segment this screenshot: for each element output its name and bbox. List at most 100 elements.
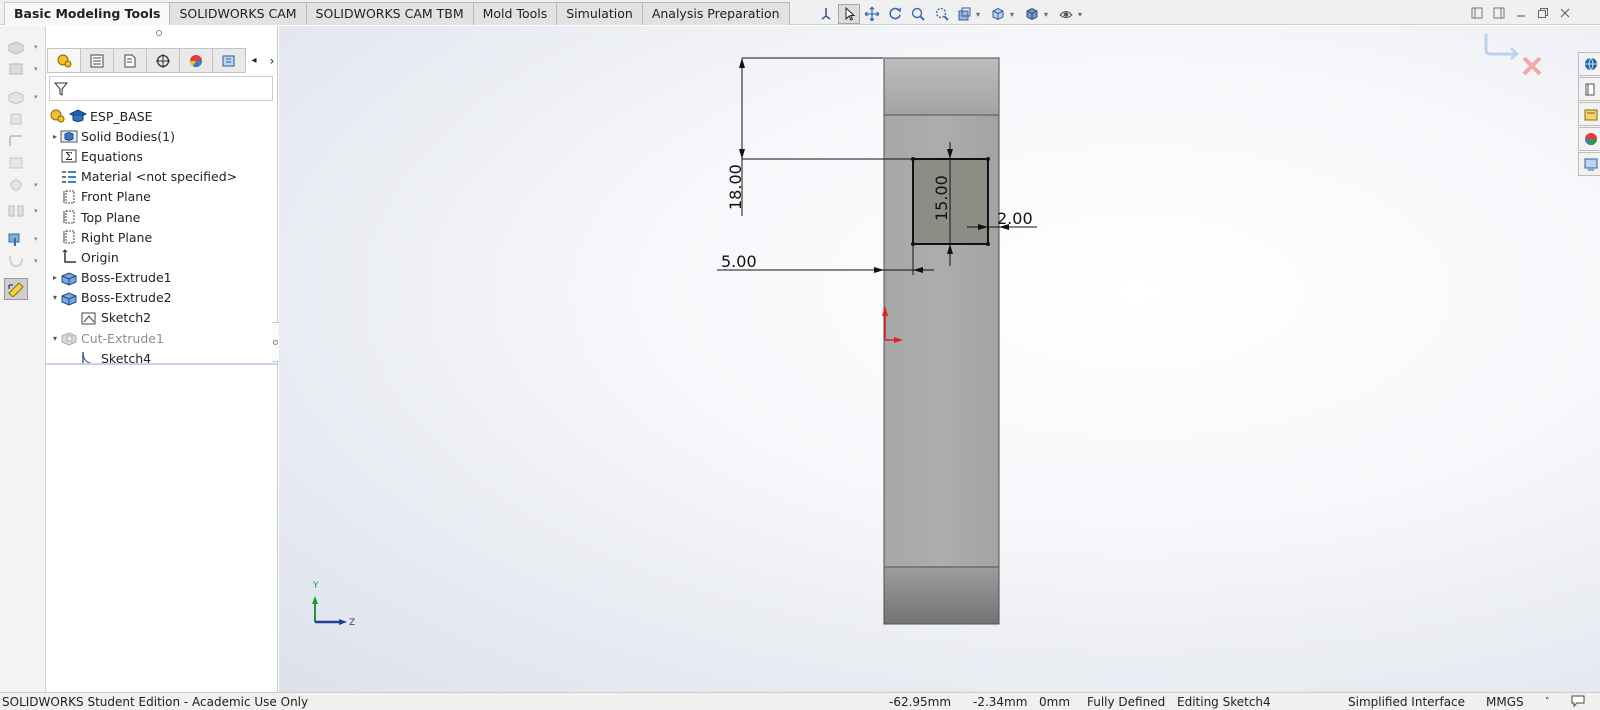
tab-simulation[interactable]: Simulation <box>556 2 643 25</box>
hide-show-items-dropdown-icon[interactable]: ▾ <box>1078 10 1086 19</box>
tree-item-label: Boss-Extrude2 <box>81 290 172 306</box>
part-body[interactable] <box>883 57 1000 625</box>
tree-item-front-plane[interactable]: Front Plane <box>46 187 278 207</box>
reference-geometry-icon[interactable] <box>6 230 28 248</box>
chevron-down-icon: ▾ <box>34 65 38 73</box>
appearances-icon[interactable] <box>1578 127 1600 151</box>
tree-bottom-rollback-bar[interactable] <box>46 363 278 365</box>
heads-up-view-toolbar: ▾ ▾ ▾ ▾ <box>815 3 1089 25</box>
minimize-icon[interactable] <box>1510 5 1532 21</box>
student-cap-icon <box>69 108 87 124</box>
tab-solidworks-cam[interactable]: SOLIDWORKS CAM <box>169 2 307 25</box>
tree-item-label: Origin <box>81 249 119 265</box>
normal-to-icon[interactable] <box>815 4 837 24</box>
tree-item-top-plane[interactable]: Top Plane <box>46 207 278 227</box>
section-view-dropdown-icon[interactable]: ▾ <box>976 10 984 19</box>
triad-z-label: Z <box>349 618 355 628</box>
solid-bodies-folder-icon <box>60 128 78 144</box>
expand-arrow-icon[interactable]: ▸ <box>50 273 60 282</box>
revolve-boss-icon[interactable] <box>6 60 28 78</box>
display-style-dropdown-icon[interactable]: ▾ <box>1044 10 1052 19</box>
collapse-arrow-icon[interactable]: ▾ <box>50 293 60 302</box>
exit-sketch-icon[interactable] <box>1484 34 1519 60</box>
tree-root-label: ESP_BASE <box>90 108 153 124</box>
feature-manager-panel: ◂ › ESP_BASE ▸ Solid Bodies(1) Σ Equatio… <box>46 26 280 692</box>
zoom-to-fit-icon[interactable] <box>907 4 929 24</box>
status-sketch-state[interactable]: Fully Defined <box>1087 695 1165 709</box>
chevron-down-icon: ▾ <box>34 181 38 189</box>
tree-item-sketch4[interactable]: Sketch4 <box>46 348 278 368</box>
file-explorer-icon[interactable] <box>1578 102 1600 126</box>
feature-tree-filter-input[interactable] <box>49 76 273 101</box>
custom-properties-icon[interactable] <box>1578 152 1600 176</box>
mirror-icon[interactable] <box>6 202 28 220</box>
hide-show-items-icon[interactable] <box>1055 4 1077 24</box>
rotate-icon[interactable] <box>884 4 906 24</box>
tree-item-boss-extrude1[interactable]: ▸ Boss-Extrude1 <box>46 268 278 288</box>
property-manager-tab-icon[interactable] <box>80 48 114 73</box>
tab-basic-modeling-tools[interactable]: Basic Modeling Tools <box>4 2 171 25</box>
tab-mold-tools[interactable]: Mold Tools <box>472 2 558 25</box>
panel-grip-icon[interactable] <box>156 30 162 36</box>
panel-left-icon[interactable] <box>1466 5 1488 21</box>
close-icon[interactable] <box>1554 5 1576 21</box>
tooltip-balloon-icon[interactable] <box>1570 694 1586 710</box>
display-manager-tab-icon[interactable] <box>179 48 213 73</box>
display-style-icon[interactable] <box>1021 4 1043 24</box>
tab-analysis-preparation[interactable]: Analysis Preparation <box>641 2 790 25</box>
tree-item-boss-extrude2[interactable]: ▾ Boss-Extrude2 <box>46 288 278 308</box>
model-view-canvas[interactable]: 18.00 15.00 2.00 5.00 Y Z <box>279 26 1600 692</box>
panel-right-icon[interactable] <box>1488 5 1510 21</box>
status-interface-mode[interactable]: Simplified Interface <box>1348 695 1465 709</box>
bottom-face[interactable] <box>883 566 1000 625</box>
graphics-viewport[interactable]: 18.00 15.00 2.00 5.00 Y Z <box>279 26 1600 692</box>
tree-item-sketch2[interactable]: Sketch2 <box>46 308 278 328</box>
linear-pattern-icon[interactable] <box>6 176 28 194</box>
smart-dimension-icon[interactable] <box>4 278 28 300</box>
curves-icon[interactable] <box>6 252 28 270</box>
fillet-icon[interactable] <box>6 132 28 150</box>
sketch-icon <box>80 310 98 326</box>
dimension-15-label[interactable]: 15.00 <box>932 175 951 221</box>
shell-icon[interactable] <box>6 154 28 172</box>
tree-item-equations[interactable]: Σ Equations <box>46 146 278 166</box>
dimxpert-manager-tab-icon[interactable] <box>146 48 180 73</box>
expand-arrow-icon[interactable]: ▸ <box>50 132 60 141</box>
tree-item-solid-bodies[interactable]: ▸ Solid Bodies(1) <box>46 126 278 146</box>
feature-manager-tab-icon[interactable] <box>47 48 81 73</box>
tabs-scroll-left-icon[interactable]: ◂ <box>245 48 263 73</box>
dimension-5-label[interactable]: 5.00 <box>721 252 757 271</box>
tree-item-right-plane[interactable]: Right Plane <box>46 227 278 247</box>
tree-item-origin[interactable]: Origin <box>46 247 278 267</box>
tree-root-part[interactable]: ESP_BASE <box>46 106 278 126</box>
view-triad: Y Z <box>312 581 355 628</box>
status-y-coordinate: -2.34mm <box>973 695 1028 709</box>
select-pointer-icon[interactable] <box>838 4 860 24</box>
cam-feature-tree-tab-icon[interactable] <box>212 48 246 73</box>
extrude-icon <box>60 270 78 286</box>
top-face[interactable] <box>883 57 1000 116</box>
restore-icon[interactable] <box>1532 5 1554 21</box>
tree-item-cut-extrude1[interactable]: ▾ Cut-Extrude1 <box>46 328 278 348</box>
extrude-cut-icon[interactable] <box>6 88 28 106</box>
zoom-to-area-icon[interactable] <box>930 4 952 24</box>
view-orientation-dropdown-icon[interactable]: ▾ <box>1010 10 1018 19</box>
cancel-sketch-icon[interactable] <box>1522 56 1542 76</box>
tree-item-material[interactable]: Material <not specified> <box>46 167 278 187</box>
command-manager-tab-strip: Basic Modeling Tools SOLIDWORKS CAM SOLI… <box>0 0 1600 25</box>
section-view-icon[interactable] <box>953 4 975 24</box>
view-orientation-icon[interactable] <box>987 4 1009 24</box>
units-menu-caret-icon[interactable]: ˄ <box>1545 697 1550 707</box>
confirmation-corner <box>1484 34 1542 76</box>
pan-icon[interactable] <box>861 4 883 24</box>
tab-solidworks-cam-tbm[interactable]: SOLIDWORKS CAM TBM <box>305 2 474 25</box>
solidworks-resources-icon[interactable] <box>1578 52 1600 76</box>
extrude-boss-icon[interactable] <box>6 38 28 56</box>
status-units[interactable]: MMGS <box>1486 695 1524 709</box>
collapse-arrow-icon[interactable]: ▾ <box>50 334 60 343</box>
design-library-icon[interactable] <box>1578 77 1600 101</box>
configuration-manager-tab-icon[interactable] <box>113 48 147 73</box>
dimension-2-label[interactable]: 2.00 <box>997 209 1033 228</box>
dimension-18-label[interactable]: 18.00 <box>726 164 745 210</box>
revolve-cut-icon[interactable] <box>6 110 28 128</box>
